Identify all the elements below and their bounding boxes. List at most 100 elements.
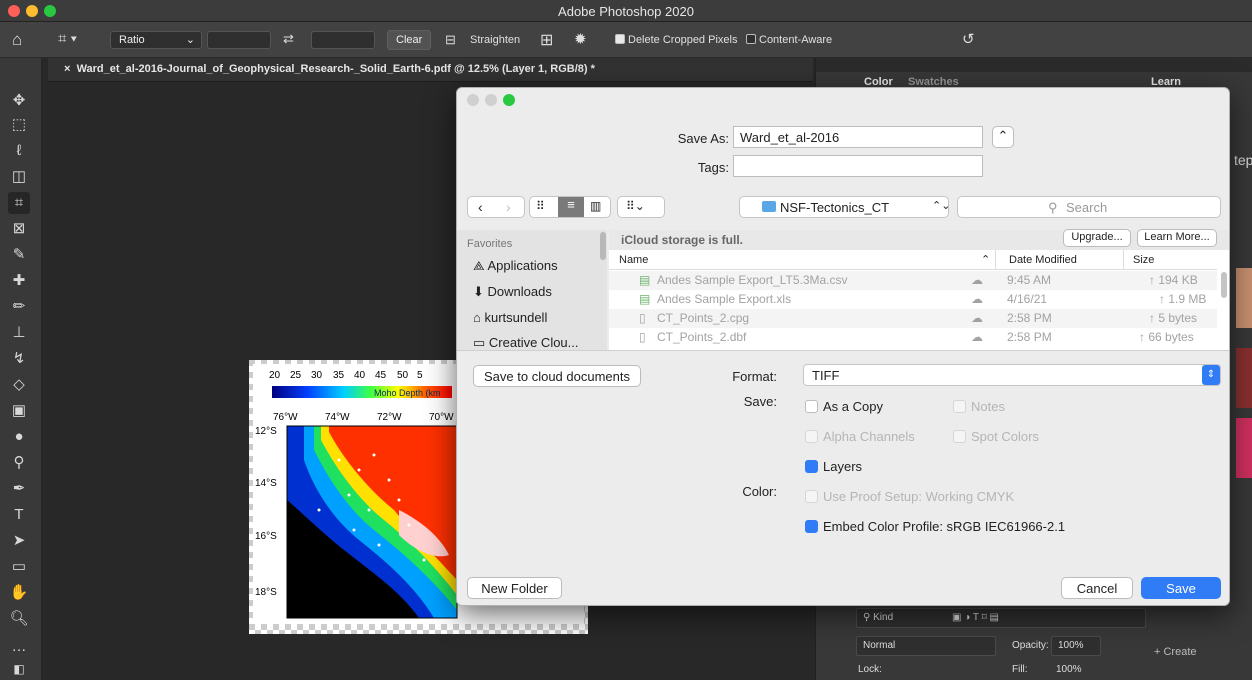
forward-icon[interactable]: › (506, 199, 511, 215)
create-button[interactable]: + Create (1154, 646, 1197, 658)
location-select[interactable]: NSF-Tectonics_CT ⌃⌄ (739, 196, 950, 218)
sidebar-item-label: Downloads (487, 284, 552, 299)
clone-stamp-tool-icon[interactable]: ⊥ (8, 322, 30, 344)
upgrade-button[interactable]: Upgrade... (1063, 229, 1131, 247)
scale-tick: 30 (311, 370, 323, 381)
learn-more-button[interactable]: Learn More... (1137, 229, 1217, 247)
format-select[interactable]: TIFF ⇕ (803, 364, 1221, 386)
home-icon[interactable]: ⌂ (12, 30, 22, 50)
crop-tool-icon[interactable]: ⌗ (8, 192, 30, 214)
healing-brush-tool-icon[interactable]: ✚ (8, 270, 30, 292)
column-header-size[interactable]: Size (1133, 254, 1154, 266)
reset-icon[interactable]: ↺ (962, 30, 975, 48)
brush-tool-icon[interactable]: ✏ (8, 296, 30, 318)
clear-button[interactable]: Clear (387, 30, 432, 50)
icon-view-icon[interactable]: ⠿ (536, 199, 545, 213)
lock-label: Lock: (858, 664, 882, 675)
notes-checkbox[interactable]: Notes (953, 399, 1005, 414)
learn-thumbnail[interactable] (1236, 418, 1252, 478)
dialog-close-button[interactable] (467, 94, 479, 106)
save-to-cloud-button[interactable]: Save to cloud documents (473, 365, 641, 387)
eraser-tool-icon[interactable]: ◇ (8, 374, 30, 396)
list-view-icon[interactable]: ≡ (558, 197, 584, 217)
learn-thumbnail[interactable] (1236, 268, 1252, 328)
title-bar: Adobe Photoshop 2020 (0, 0, 1252, 22)
blur-tool-icon[interactable]: ● (8, 426, 30, 448)
dialog-zoom-button[interactable] (503, 94, 515, 106)
swap-icon[interactable]: ⇄ (283, 31, 294, 47)
sidebar-scrollbar[interactable] (600, 232, 606, 260)
object-selection-tool-icon[interactable]: ◫ (8, 166, 30, 188)
opacity-field[interactable]: 100% (1051, 636, 1101, 656)
overlay-grid-icon[interactable]: ⊞ (540, 30, 553, 50)
content-aware-checkbox[interactable]: Content-Aware (746, 34, 832, 46)
ratio-width-field[interactable] (207, 31, 271, 49)
file-row[interactable]: ▯ CT_Points_2.cpg ☁ 2:58 PM ↑ 5 bytes (609, 309, 1217, 328)
group-by-button[interactable]: ⠿⌄ (617, 196, 665, 218)
document-icon: ▯ (639, 311, 646, 325)
expand-dialog-button[interactable]: ⌃ (992, 126, 1014, 148)
path-selection-tool-icon[interactable]: ➤ (8, 530, 30, 552)
alpha-channels-checkbox[interactable]: Alpha Channels (805, 429, 915, 444)
sidebar-item-creative-cloud[interactable]: ▭ Creative Clou... (473, 335, 579, 351)
hand-tool-icon[interactable]: ✋ (8, 582, 30, 604)
delete-cropped-label: Delete Cropped Pixels (628, 34, 738, 46)
color-swap-icon[interactable]: ◧ (8, 658, 30, 680)
straighten-label[interactable]: Straighten (470, 34, 520, 46)
close-document-icon[interactable]: × (64, 63, 70, 75)
search-field[interactable]: ⚲ Search (957, 196, 1221, 218)
tags-field[interactable] (733, 155, 983, 177)
delete-cropped-checkbox[interactable]: Delete Cropped Pixels (615, 34, 737, 46)
cloud-icon: ☁ (971, 273, 983, 287)
type-tool-icon[interactable]: T (8, 504, 30, 526)
learn-thumbnail[interactable] (1236, 348, 1252, 408)
crop-tool-preset-icon[interactable]: ⌗ ▾ (58, 30, 77, 47)
sidebar-item-applications[interactable]: ⟁ Applications (473, 258, 558, 274)
column-header-name[interactable]: Name (619, 254, 648, 266)
document-tab[interactable]: × Ward_et_al-2016-Journal_of_Geophysical… (48, 58, 813, 82)
cancel-button[interactable]: Cancel (1061, 577, 1133, 599)
layer-filter-icons[interactable]: ▣ ◑ T ⌑ ▤ (952, 612, 999, 623)
sidebar-item-home[interactable]: ⌂ kurtsundell (473, 310, 547, 325)
column-header-date[interactable]: Date Modified (1009, 254, 1077, 266)
eyedropper-tool-icon[interactable]: ✎ (8, 244, 30, 266)
ratio-select[interactable]: Ratio ⌄ (110, 31, 202, 49)
sidebar-item-downloads[interactable]: ⬇ Downloads (473, 284, 552, 300)
scale-label: Moho Depth (km (374, 388, 441, 398)
lasso-tool-icon[interactable]: ℓ (8, 140, 30, 162)
as-a-copy-checkbox[interactable]: As a Copy (805, 399, 883, 414)
blend-mode-select[interactable]: Normal (856, 636, 996, 656)
save-options: Save to cloud documents Format: TIFF ⇕ S… (457, 350, 1229, 605)
dodge-tool-icon[interactable]: ⚲ (8, 452, 30, 474)
history-brush-tool-icon[interactable]: ↯ (8, 348, 30, 370)
file-row[interactable]: ▤ Andes Sample Export.xls ☁ 4/16/21 ↑ 1.… (609, 290, 1217, 309)
save-button[interactable]: Save (1141, 577, 1221, 599)
back-icon[interactable]: ‹ (478, 199, 483, 215)
layer-kind-filter[interactable]: ⚲ Kind ▣ ◑ T ⌑ ▤ (856, 608, 1146, 628)
ratio-height-field[interactable] (311, 31, 375, 49)
save-as-field[interactable]: Ward_et_al-2016 (733, 126, 983, 148)
use-proof-setup-checkbox[interactable]: Use Proof Setup: Working CMYK (805, 489, 1014, 504)
file-list-scrollbar[interactable] (1221, 272, 1227, 298)
more-tools-icon[interactable]: … (8, 636, 30, 658)
file-row[interactable]: ▤ Andes Sample Export_LT5.3Ma.csv ☁ 9:45… (609, 271, 1217, 290)
frame-tool-icon[interactable]: ⊠ (8, 218, 30, 240)
column-view-icon[interactable]: ▥ (590, 199, 601, 213)
applications-icon: ⟁ (473, 258, 488, 273)
straighten-icon[interactable]: ⊟ (445, 32, 456, 48)
zoom-tool-icon[interactable]: 🔍︎ (8, 608, 30, 630)
gear-icon[interactable]: ✹ (574, 30, 587, 48)
scale-tick: 50 (397, 370, 409, 381)
pen-tool-icon[interactable]: ✒ (8, 478, 30, 500)
rectangle-tool-icon[interactable]: ▭ (8, 556, 30, 578)
fill-value[interactable]: 100% (1056, 664, 1082, 675)
spot-colors-checkbox[interactable]: Spot Colors (953, 429, 1039, 444)
new-folder-button[interactable]: New Folder (467, 577, 562, 599)
layers-checkbox[interactable]: Layers (805, 459, 862, 474)
embed-color-profile-checkbox[interactable]: Embed Color Profile: sRGB IEC61966-2.1 (805, 519, 1065, 534)
move-tool-icon[interactable]: ✥ (8, 90, 30, 112)
file-row[interactable]: ▯ CT_Points_2.dbf ☁ 2:58 PM ↑ 66 bytes (609, 328, 1217, 347)
dialog-minimize-button[interactable] (485, 94, 497, 106)
gradient-tool-icon[interactable]: ▣ (8, 400, 30, 422)
marquee-tool-icon[interactable]: ⬚ (8, 114, 30, 136)
